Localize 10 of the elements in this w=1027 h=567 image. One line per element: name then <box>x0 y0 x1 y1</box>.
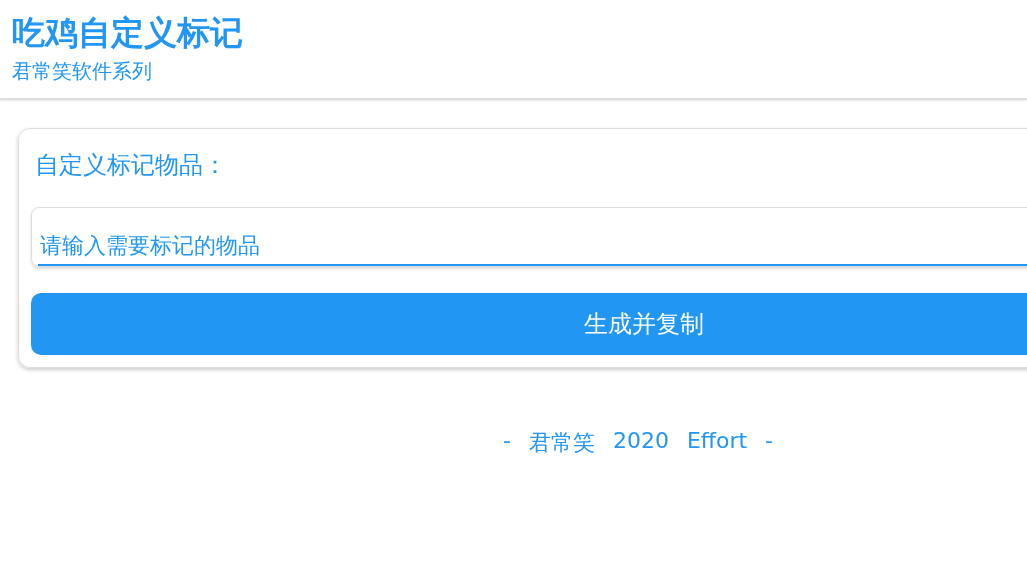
footer-text: 2020 <box>612 428 669 455</box>
footer-text: Effort <box>686 428 748 455</box>
footer-text: - <box>502 428 511 455</box>
item-input-field[interactable]: 请输入需要标记的物品 <box>31 207 1027 267</box>
generate-copy-button[interactable]: 生成并复制 <box>31 293 1027 355</box>
footer-text: - <box>765 428 774 455</box>
app-subtitle: 君常笑软件系列 <box>12 58 153 85</box>
app-title: 吃鸡自定义标记 <box>12 12 244 54</box>
footer-text: 君常笑 <box>528 429 595 457</box>
field-label: 自定义标记物品： <box>35 150 228 181</box>
